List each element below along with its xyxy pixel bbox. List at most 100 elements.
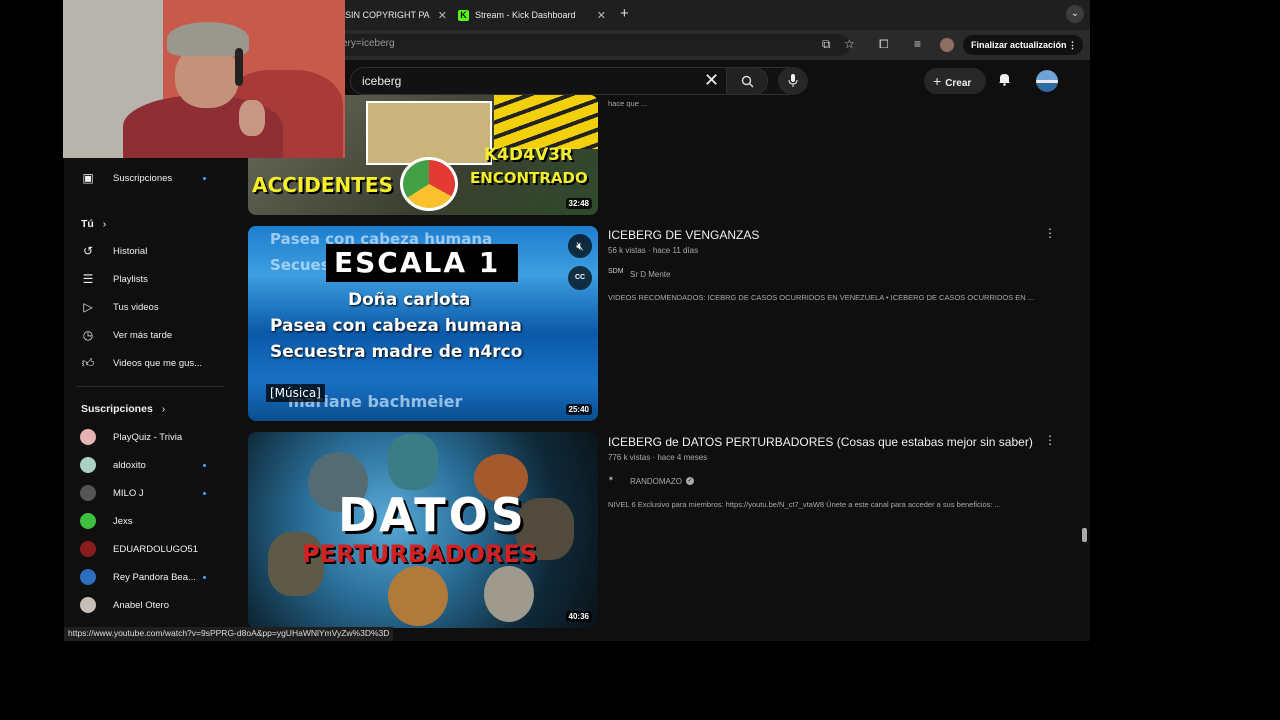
mute-icon[interactable]: 🔇︎ bbox=[568, 234, 592, 258]
voice-search-button[interactable] bbox=[778, 67, 808, 95]
section-heading-you[interactable]: Tú › bbox=[81, 218, 106, 230]
notifications-bell-icon[interactable] bbox=[998, 72, 1011, 89]
section-heading-label: Suscripciones bbox=[81, 403, 153, 415]
sidebar-item-label: Historial bbox=[113, 245, 148, 257]
sidebar-item-playlists[interactable]: ☰ Playlists bbox=[80, 270, 208, 288]
microphone-icon bbox=[788, 74, 798, 87]
thumbnail-text: Doña carlota bbox=[348, 290, 471, 310]
more-vert-icon[interactable]: ⋮ bbox=[1068, 35, 1077, 55]
account-avatar[interactable] bbox=[1036, 70, 1058, 92]
video-duration-badge: 32:48 bbox=[565, 198, 592, 209]
sidebar-item-watch-later[interactable]: ◷ Ver más tarde bbox=[80, 326, 208, 344]
search-button[interactable] bbox=[726, 67, 768, 95]
search-box[interactable] bbox=[350, 67, 790, 95]
video-thumbnail-datos-perturbadores[interactable]: DATOS PERTURBADORES 40:36 bbox=[248, 432, 598, 628]
sidebar-channel-item[interactable]: MILO J bbox=[80, 484, 208, 502]
channel-avatar bbox=[80, 429, 96, 445]
thumbnail-text: PERTURBADORES bbox=[302, 540, 538, 568]
video-title[interactable]: ICEBERG DE VENGANZAS bbox=[608, 228, 759, 242]
update-button-label: Finalizar actualización bbox=[971, 40, 1067, 50]
address-bar[interactable] bbox=[336, 34, 850, 56]
watch-later-icon: ◷ bbox=[82, 328, 94, 342]
sidebar-item-history[interactable]: ↺ Historial bbox=[80, 242, 208, 260]
video-title[interactable]: ICEBERG de DATOS PERTURBADORES (Cosas qu… bbox=[608, 435, 1033, 449]
scrollbar-thumb[interactable] bbox=[1082, 528, 1087, 542]
channel-avatar bbox=[80, 569, 96, 585]
star-icon[interactable]: ☆ bbox=[844, 37, 855, 51]
install-icon[interactable]: ⧉ bbox=[822, 37, 831, 52]
video-duration-badge: 25:40 bbox=[565, 404, 592, 415]
more-vert-icon[interactable]: ⋮ bbox=[1044, 226, 1056, 240]
tab-title: SIN COPYRIGHT PA bbox=[345, 10, 430, 20]
sidebar-item-label: Videos que me gus... bbox=[113, 357, 203, 369]
tab-sin-copyright[interactable]: SIN COPYRIGHT PA ✕ bbox=[345, 4, 447, 26]
your-videos-icon: ▷ bbox=[83, 300, 93, 314]
plus-icon: + bbox=[933, 73, 942, 89]
channel-link[interactable]: ✶ RANDOMAZO ✓ bbox=[608, 475, 694, 487]
sidebar-channel-item[interactable]: Jexs bbox=[80, 512, 208, 530]
playlists-icon: ☰ bbox=[82, 272, 94, 286]
video-description: hace que ... bbox=[608, 99, 648, 108]
sidebar-channel-label: EDUARDOLUGO51 bbox=[113, 543, 198, 555]
webcam-person-hand bbox=[239, 100, 265, 136]
finish-update-button[interactable]: Finalizar actualización ⋮ bbox=[963, 35, 1083, 55]
video-description: NIVEL 6 Exclusivo para miembros: https:/… bbox=[608, 500, 1001, 509]
thumbnail-text: ENCONTRADO bbox=[470, 169, 588, 187]
webcam-headphones bbox=[235, 48, 243, 86]
thumbnail-text: Pasea con cabeza humana bbox=[270, 316, 522, 336]
captions-icon[interactable]: CC bbox=[568, 266, 592, 290]
thumbnail-figure bbox=[484, 566, 534, 622]
media-icon[interactable]: ≡ bbox=[914, 37, 921, 51]
caution-tape bbox=[494, 95, 598, 149]
new-tab-plus-icon[interactable]: + bbox=[620, 5, 629, 22]
section-heading-subscriptions[interactable]: Suscripciones › bbox=[81, 403, 165, 415]
sidebar-item-your-videos[interactable]: ▷ Tus videos bbox=[80, 298, 208, 316]
thumbnail-text: K4D4V3R bbox=[484, 145, 574, 165]
close-icon[interactable]: ✕ bbox=[597, 9, 606, 22]
channel-name: Sr D Mente bbox=[630, 269, 671, 279]
sidebar-item-subscriptions[interactable]: ▣ Suscripciones bbox=[80, 169, 208, 187]
video-duration-badge: 40:36 bbox=[565, 611, 592, 622]
extensions-icon[interactable]: ⧠ bbox=[879, 37, 889, 52]
sidebar-channel-item[interactable]: PlayQuiz - Trivia bbox=[80, 428, 208, 446]
sidebar: ▣ Suscripciones Tú › ↺ Historial ☰ Playl… bbox=[64, 160, 224, 641]
sidebar-channel-item[interactable]: Anabel Otero bbox=[80, 596, 208, 614]
video-description: VIDEOS RECOMENDADOS: ICEBRG DE CASOS OCU… bbox=[608, 293, 1035, 302]
create-label: Crear bbox=[945, 78, 972, 89]
sidebar-item-label: Tus videos bbox=[113, 301, 159, 313]
channel-avatar bbox=[80, 457, 96, 473]
chevron-right-icon: › bbox=[161, 403, 166, 415]
thumbnail-figure bbox=[388, 434, 438, 490]
tab-title: Stream - Kick Dashboard bbox=[475, 10, 576, 20]
sidebar-channel-label: aldoxito bbox=[113, 459, 146, 471]
thumbnail-photo bbox=[366, 101, 492, 165]
thumbs-up-icon: 👍︎ bbox=[81, 355, 95, 370]
sidebar-channel-item[interactable]: aldoxito bbox=[80, 456, 208, 474]
thumbnail-figure bbox=[388, 566, 448, 626]
sidebar-channel-item[interactable]: EDUARDOLUGO51 bbox=[80, 540, 208, 558]
channel-avatar bbox=[80, 541, 96, 557]
more-vert-icon[interactable]: ⋮ bbox=[1044, 433, 1056, 447]
clear-search-icon[interactable]: ✕ bbox=[704, 70, 719, 91]
channel-avatar-icon: SDM bbox=[608, 268, 624, 275]
create-button[interactable]: + Crear bbox=[924, 68, 986, 94]
sidebar-item-label: Ver más tarde bbox=[113, 329, 173, 341]
profile-avatar-icon[interactable] bbox=[940, 38, 954, 52]
channel-logo-icon bbox=[400, 157, 458, 211]
video-meta: 56 k vistas · hace 11 días bbox=[608, 246, 699, 255]
channel-avatar-icon: ✶ bbox=[608, 476, 614, 483]
channel-avatar bbox=[80, 485, 96, 501]
channel-link[interactable]: SDM Sr D Mente bbox=[608, 268, 670, 280]
new-content-dot bbox=[203, 491, 206, 495]
search-input[interactable]: iceberg bbox=[362, 74, 401, 88]
tab-kick-dashboard[interactable]: K Stream - Kick Dashboard ✕ bbox=[458, 4, 610, 26]
close-icon[interactable]: ✕ bbox=[438, 9, 447, 22]
sidebar-item-liked-videos[interactable]: 👍︎ Videos que me gus... bbox=[80, 354, 208, 372]
video-thumbnail-venganzas[interactable]: Pasea con cabeza humana Secuestra m ESCA… bbox=[248, 226, 598, 421]
chevron-down-icon[interactable]: ⌄ bbox=[1066, 5, 1084, 23]
thumbnail-text: Secuestra madre de n4rco bbox=[270, 342, 523, 362]
kick-logo-icon: K bbox=[458, 9, 469, 21]
divider bbox=[76, 386, 224, 387]
new-content-dot bbox=[203, 176, 206, 180]
sidebar-channel-item[interactable]: Rey Pandora Bea... bbox=[80, 568, 208, 586]
